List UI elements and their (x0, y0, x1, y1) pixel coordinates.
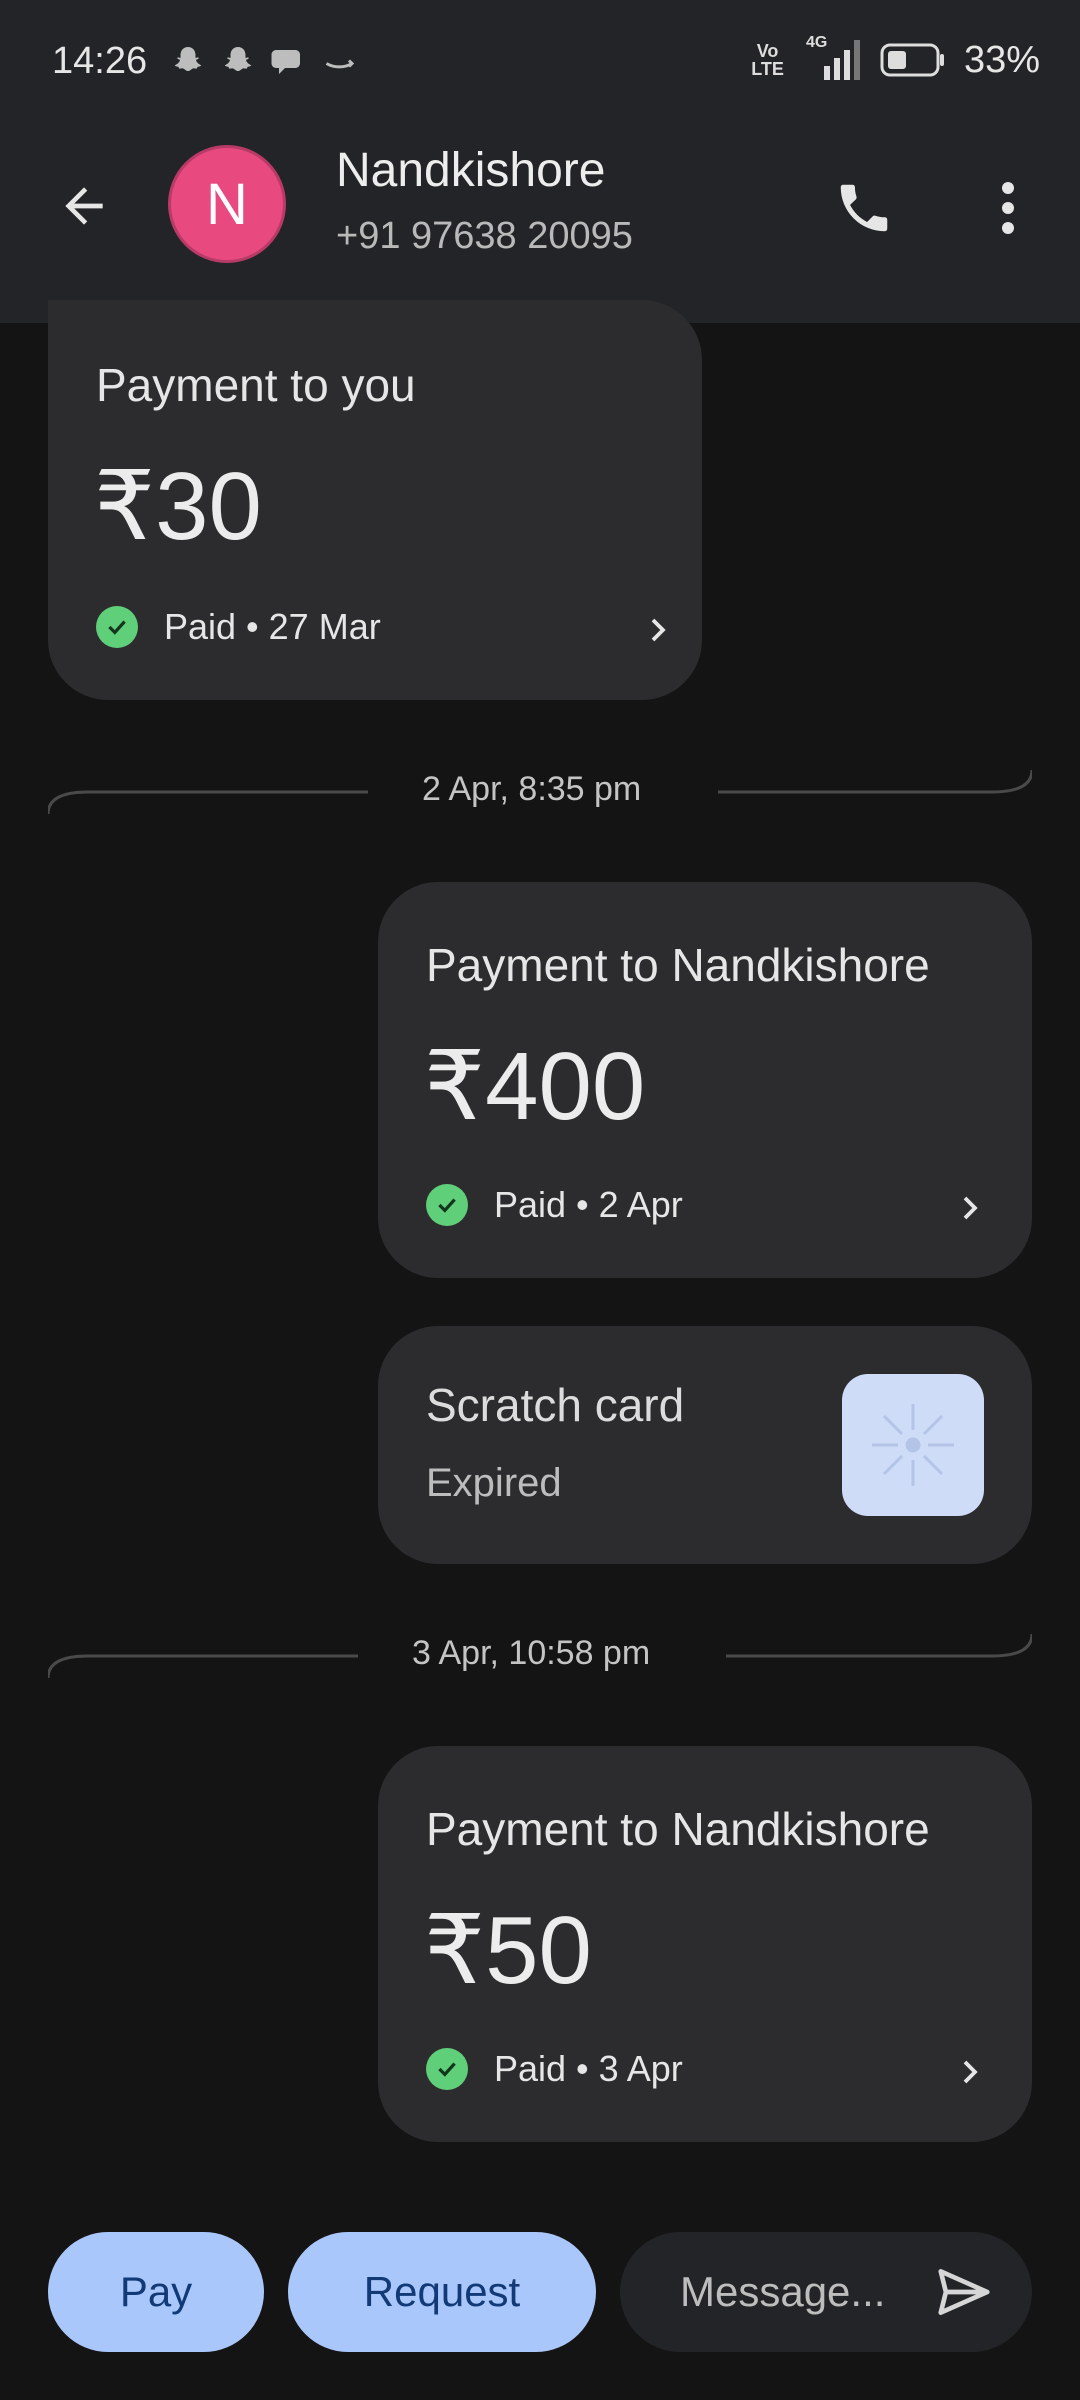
status-time: 14:26 (52, 40, 148, 82)
arrow-back-icon (65, 187, 103, 225)
payment-status-text: Paid • 27 Mar (164, 606, 381, 647)
snapchat-icon (224, 47, 252, 71)
check-icon (426, 2048, 468, 2090)
payment-amount: ₹30 (94, 453, 262, 560)
check-icon (96, 606, 138, 648)
send-button[interactable] (932, 2260, 996, 2324)
payment-status-text: Paid • 2 Apr (494, 1184, 683, 1225)
payment-amount: ₹50 (424, 1897, 592, 2004)
pay-button[interactable]: Pay (48, 2232, 264, 2352)
chat-bubble-icon (271, 50, 300, 74)
chevron-right-icon (638, 610, 678, 650)
signal-icon: 4G (802, 34, 862, 82)
back-button[interactable] (48, 170, 120, 242)
call-button[interactable] (826, 170, 902, 246)
notification-icons (170, 44, 360, 80)
battery-icon (880, 43, 944, 77)
payment-title: Payment to Nandkishore (426, 939, 930, 991)
request-button[interactable]: Request (288, 2232, 596, 2352)
payment-status: Paid • 2 Apr (426, 1184, 683, 1226)
payment-amount: ₹400 (424, 1033, 646, 1140)
date-label: 2 Apr, 8:35 pm (406, 770, 658, 809)
payment-card-sent[interactable]: Payment to Nandkishore ₹50 Paid • 3 Apr (378, 1746, 1032, 2142)
chevron-right-icon (950, 2052, 990, 2092)
more-options-button[interactable] (972, 170, 1044, 246)
scratch-card[interactable]: Scratch card Expired (378, 1326, 1032, 1564)
battery-percent: 33% (963, 38, 1040, 81)
scratch-card-status: Expired (426, 1461, 562, 1505)
amazon-icon (325, 59, 355, 69)
message-input[interactable] (678, 2232, 938, 2352)
scratch-card-thumbnail (842, 1374, 984, 1516)
status-bar: 14:26 Vo LTE 4G 33% (0, 0, 1080, 125)
send-icon (938, 2269, 990, 2315)
payment-card-received[interactable]: Payment to you ₹30 Paid • 27 Mar (48, 300, 702, 700)
payment-title: Payment to Nandkishore (426, 1803, 930, 1855)
date-label: 3 Apr, 10:58 pm (396, 1634, 667, 1673)
payment-status: Paid • 3 Apr (426, 2048, 683, 2090)
payment-status: Paid • 27 Mar (96, 606, 381, 648)
contact-name[interactable]: Nandkishore (336, 143, 605, 198)
date-divider: 3 Apr, 10:58 pm (48, 1634, 1032, 1678)
volte-indicator: Vo LTE (751, 41, 784, 79)
date-divider: 2 Apr, 8:35 pm (48, 770, 1032, 814)
payment-title: Payment to you (96, 359, 416, 411)
payment-status-text: Paid • 3 Apr (494, 2048, 683, 2089)
compose-bar: Pay Request (0, 2200, 1080, 2400)
contact-phone: +91 97638 20095 (336, 215, 633, 257)
system-icons: Vo LTE 4G 33% (751, 34, 1040, 82)
scratch-card-title: Scratch card (426, 1379, 685, 1431)
payment-card-sent[interactable]: Payment to Nandkishore ₹400 Paid • 2 Apr (378, 882, 1032, 1278)
phone-icon (840, 184, 888, 232)
chevron-right-icon (950, 1188, 990, 1228)
more-vert-icon (1002, 182, 1014, 234)
snapchat-icon (174, 47, 202, 71)
conversation-header: N Nandkishore +91 97638 20095 (0, 125, 1080, 323)
check-icon (426, 1184, 468, 1226)
avatar[interactable]: N (168, 145, 286, 263)
message-box (620, 2232, 1032, 2352)
